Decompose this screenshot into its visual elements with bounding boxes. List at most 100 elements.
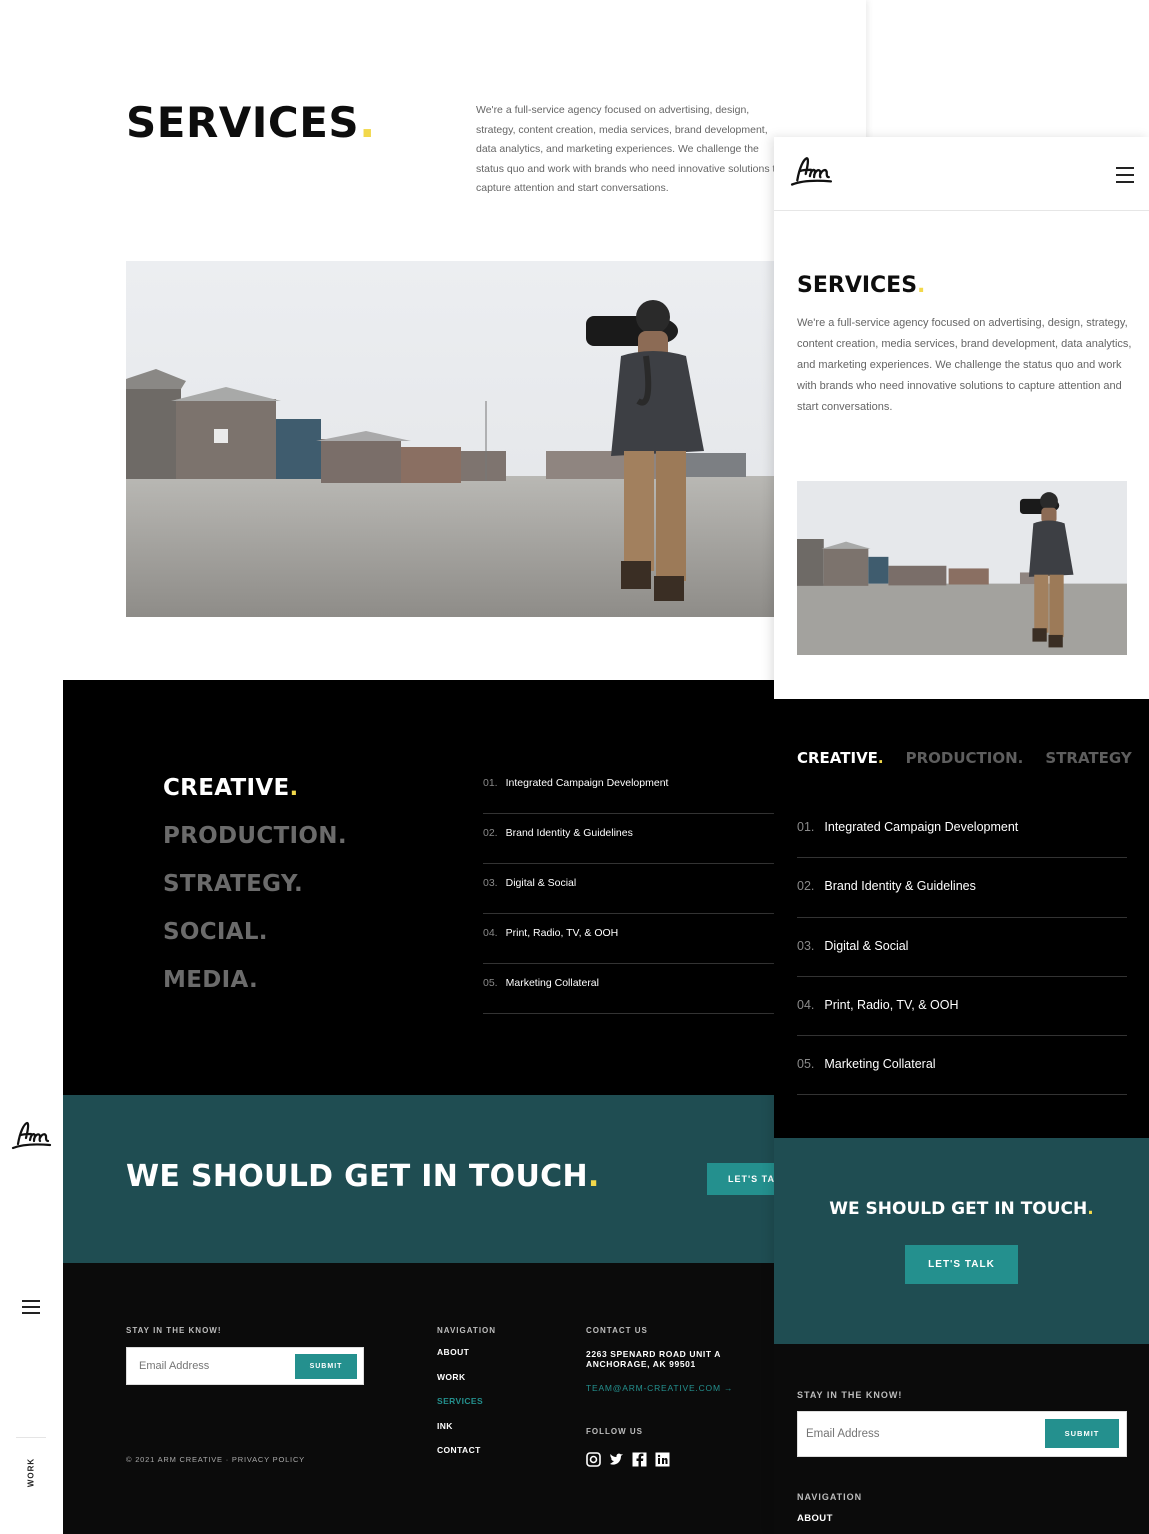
newsletter-label: STAY IN THE KNOW!	[126, 1326, 222, 1335]
service-number: 02.	[797, 879, 815, 894]
service-label: Digital & Social	[505, 877, 577, 889]
linkedin-icon[interactable]	[655, 1452, 670, 1467]
service-label: Print, Radio, TV, & OOH	[505, 927, 619, 939]
cta-title-text: WE SHOULD GET IN TOUCH	[829, 1199, 1088, 1219]
service-number: 01.	[797, 820, 815, 834]
footer-nav: ABOUT WORK SERVICES INK CONTACT	[437, 1347, 483, 1470]
service-number: 04.	[797, 997, 815, 1012]
footer-nav-about[interactable]: ABOUT	[797, 1513, 833, 1524]
category-creative[interactable]: CREATIVE.	[163, 775, 347, 823]
copyright-text: © 2021 ARM CREATIVE · PRIVACY POLICY	[126, 1455, 305, 1464]
service-number: 03.	[797, 938, 815, 953]
title-accent-dot: .	[917, 273, 926, 298]
instagram-icon[interactable]	[586, 1452, 601, 1467]
category-list: CREATIVE. PRODUCTION. STRATEGY. SOCIAL. …	[163, 775, 347, 1015]
contact-email-link[interactable]: TEAM@ARM-CREATIVE.COM →	[586, 1383, 733, 1393]
service-item: 03. Digital & Social	[797, 918, 1127, 977]
arrow-right-icon: →	[724, 1383, 734, 1393]
service-label: Digital & Social	[824, 938, 909, 953]
submit-button[interactable]: SUBMIT	[295, 1354, 357, 1379]
category-production[interactable]: PRODUCTION.	[163, 823, 347, 871]
category-accent-dot: .	[289, 775, 299, 801]
site-footer: STAY IN THE KNOW! SUBMIT © 2021 ARM CREA…	[63, 1263, 866, 1534]
services-section: CREATIVE. PRODUCTION. STRATEGY. SOCIAL. …	[63, 680, 866, 1095]
submit-button[interactable]: SUBMIT	[1045, 1419, 1119, 1448]
newsletter-form: SUBMIT	[126, 1347, 364, 1385]
service-list: 01. Integrated Campaign Development 02. Br…	[797, 799, 1127, 1096]
cta-title: WE SHOULD GET IN TOUCH.	[126, 1159, 600, 1194]
navigation-label: NAVIGATION	[797, 1492, 863, 1502]
contact-cta-section: WE SHOULD GET IN TOUCH. LET'S TALK	[774, 1138, 1149, 1344]
contact-email-text: TEAM@ARM-CREATIVE.COM	[586, 1383, 721, 1393]
address-line-2: ANCHORAGE, AK 99501	[586, 1359, 696, 1369]
social-links	[586, 1452, 670, 1467]
tab-accent-dot: .	[877, 749, 884, 767]
cta-accent-dot: .	[587, 1159, 600, 1194]
category-strategy[interactable]: STRATEGY.	[163, 871, 347, 919]
newsletter-label: STAY IN THE KNOW!	[797, 1390, 903, 1400]
service-item: 01. Integrated Campaign Development	[797, 799, 1127, 859]
hero-photo	[797, 481, 1127, 655]
cta-title: WE SHOULD GET IN TOUCH.	[774, 1199, 1149, 1219]
arm-logo-icon[interactable]	[788, 153, 836, 195]
service-label: Marketing Collateral	[505, 977, 599, 989]
hero-image	[126, 261, 866, 617]
service-number: 02.	[483, 827, 498, 839]
title-accent-dot: .	[359, 98, 376, 147]
service-label: Print, Radio, TV, & OOH	[824, 997, 959, 1012]
arm-logo-icon[interactable]	[10, 1118, 54, 1158]
category-creative-label: CREATIVE	[163, 775, 290, 801]
hero-photo	[126, 261, 866, 617]
footer-nav-work[interactable]: WORK	[437, 1372, 483, 1397]
email-input[interactable]	[798, 1412, 1028, 1456]
footer-nav-about[interactable]: ABOUT	[437, 1347, 483, 1372]
rail-work-link[interactable]: WORK	[27, 1456, 36, 1490]
mockup-canvas: WORK SERVICES. We're a full-service agen…	[0, 0, 1149, 1534]
intro-paragraph: We're a full-service agency focused on a…	[797, 317, 1132, 413]
footer-nav-contact[interactable]: CONTACT	[437, 1445, 483, 1470]
cta-accent-dot: .	[1087, 1199, 1094, 1219]
service-number: 03.	[483, 877, 498, 889]
service-label: Integrated Campaign Development	[824, 820, 1019, 834]
services-section: CREATIVE. PRODUCTION. STRATEGY 01. Integr…	[774, 699, 1149, 1138]
service-label: Marketing Collateral	[824, 1057, 936, 1072]
tab-creative[interactable]: CREATIVE.	[797, 749, 884, 767]
address: 2263 SPENARD ROAD UNIT A ANCHORAGE, AK 9…	[586, 1349, 721, 1369]
page-title: SERVICES.	[797, 273, 925, 298]
contact-label: CONTACT US	[586, 1326, 648, 1335]
navigation-label: NAVIGATION	[437, 1326, 497, 1335]
intro-paragraph: We're a full-service agency focused on a…	[476, 104, 782, 194]
service-label: Brand Identity & Guidelines	[824, 879, 976, 894]
mobile-page: SERVICES. We're a full-service agency fo…	[774, 137, 1149, 1534]
lets-talk-button[interactable]: LET'S TALK	[905, 1245, 1018, 1284]
service-item: 04. Print, Radio, TV, & OOH	[797, 977, 1127, 1037]
page-title-text: SERVICES	[126, 98, 360, 147]
page-title-text: SERVICES	[797, 273, 918, 298]
hamburger-menu-icon[interactable]	[1116, 167, 1134, 188]
twitter-icon[interactable]	[609, 1452, 624, 1467]
category-tabs: CREATIVE. PRODUCTION. STRATEGY	[797, 749, 1132, 767]
contact-cta-section: WE SHOULD GET IN TOUCH. LET'S TALK	[63, 1095, 866, 1263]
hamburger-menu-icon[interactable]	[22, 1300, 40, 1318]
category-social[interactable]: SOCIAL.	[163, 919, 347, 967]
service-label: Integrated Campaign Development	[505, 777, 669, 789]
newsletter-form: SUBMIT	[797, 1411, 1127, 1457]
page-title: SERVICES.	[126, 98, 376, 147]
footer-nav-services[interactable]: SERVICES	[437, 1396, 483, 1421]
footer-nav-ink[interactable]: INK	[437, 1421, 483, 1446]
cta-title-text: WE SHOULD GET IN TOUCH	[126, 1159, 588, 1194]
address-line-1: 2263 SPENARD ROAD UNIT A	[586, 1349, 721, 1359]
service-item: 05. Marketing Collateral	[797, 1036, 1127, 1096]
service-number: 05.	[797, 1057, 815, 1072]
tab-production[interactable]: PRODUCTION.	[906, 749, 1024, 767]
site-footer: STAY IN THE KNOW! SUBMIT NAVIGATION ABOU…	[774, 1344, 1149, 1534]
hero-image	[797, 481, 1127, 655]
service-label: Brand Identity & Guidelines	[505, 827, 633, 839]
email-input[interactable]	[127, 1348, 287, 1384]
tab-strategy[interactable]: STRATEGY	[1045, 749, 1131, 767]
category-media[interactable]: MEDIA.	[163, 967, 347, 1015]
facebook-icon[interactable]	[632, 1452, 647, 1467]
side-rail: WORK	[0, 0, 63, 1534]
tab-creative-label: CREATIVE	[797, 749, 878, 767]
service-number: 01.	[483, 777, 498, 789]
